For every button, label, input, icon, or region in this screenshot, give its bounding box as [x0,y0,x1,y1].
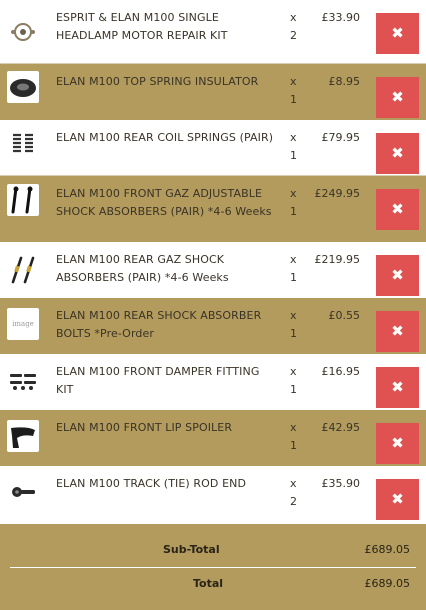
item-price: £219.95 [314,253,361,266]
item-quantity: 1 [290,149,297,162]
cart-item-row: ELAN M100 REAR GAZ SHOCK ABSORBERS (PAIR… [0,242,426,298]
cart-item-row: image ELAN M100 REAR SHOCK ABSORBER BOLT… [0,298,426,354]
item-quantity: 1 [290,439,297,452]
item-multiply: x [290,477,297,490]
totals-divider [10,567,416,568]
rear-shock-absorbers-icon [7,254,39,286]
item-price: £35.90 [321,477,361,490]
cart-item-row: ELAN M100 FRONT GAZ ADJUSTABLE SHOCK ABS… [0,176,426,242]
item-name: ELAN M100 REAR SHOCK ABSORBER BOLTS *Pre… [56,309,262,340]
cart-item-row: ELAN M100 TRACK (TIE) ROD END x 2 £35.90… [0,466,426,524]
remove-item-button[interactable]: ✖ [376,311,419,352]
subtotal-value: £689.05 [364,543,411,556]
item-name: ELAN M100 REAR COIL SPRINGS (PAIR) [56,131,274,144]
cart-item-row: ELAN M100 FRONT LIP SPOILER x 1 £42.95 ✖ [0,410,426,466]
item-price: £0.55 [328,309,361,322]
item-price: £33.90 [321,11,361,24]
headlamp-motor-kit-icon [7,16,39,48]
item-quantity: 1 [290,271,297,284]
item-quantity: 1 [290,383,297,396]
item-multiply: x [290,131,297,144]
item-price: £16.95 [321,365,361,378]
remove-item-button[interactable]: ✖ [376,77,419,118]
item-multiply: x [290,187,297,200]
item-name: ELAN M100 REAR GAZ SHOCK ABSORBERS (PAIR… [56,253,229,284]
shock-absorbers-icon [7,184,39,216]
item-price: £42.95 [321,421,361,434]
item-name: ESPRIT & ELAN M100 SINGLE HEADLAMP MOTOR… [56,11,228,42]
item-name: ELAN M100 FRONT GAZ ADJUSTABLE SHOCK ABS… [56,187,272,218]
item-price: £8.95 [328,75,361,88]
remove-item-button[interactable]: ✖ [376,423,419,464]
coil-springs-icon [7,127,39,159]
item-multiply: x [290,421,297,434]
remove-item-button[interactable]: ✖ [376,13,419,54]
remove-item-button[interactable]: ✖ [376,189,419,230]
item-name: ELAN M100 TOP SPRING INSULATOR [56,75,259,88]
item-name: ELAN M100 FRONT LIP SPOILER [56,421,233,434]
item-multiply: x [290,309,297,322]
lip-spoiler-icon [7,420,39,452]
cart-totals: Sub-Total £689.05 Total £689.05 [0,524,426,610]
item-multiply: x [290,11,297,24]
item-quantity: 2 [290,29,297,42]
item-name: ELAN M100 TRACK (TIE) ROD END [56,477,247,490]
item-price: £249.95 [314,187,361,200]
image-placeholder-icon: image [7,308,39,340]
item-name: ELAN M100 FRONT DAMPER FITTING KIT [56,365,260,396]
item-multiply: x [290,253,297,266]
cart-item-row: ESPRIT & ELAN M100 SINGLE HEADLAMP MOTOR… [0,0,426,64]
damper-fitting-kit-icon [7,364,39,396]
remove-item-button[interactable]: ✖ [376,255,419,296]
tie-rod-end-icon [7,476,39,508]
total-label: Total [193,577,224,590]
item-multiply: x [290,75,297,88]
spring-insulator-icon [7,71,39,103]
cart-item-row: ELAN M100 REAR COIL SPRINGS (PAIR) x 1 £… [0,120,426,176]
item-price: £79.95 [321,131,361,144]
image-placeholder-text: image [12,320,34,328]
cart-item-row: ELAN M100 TOP SPRING INSULATOR x 1 £8.95… [0,64,426,120]
item-quantity: 1 [290,93,297,106]
remove-item-button[interactable]: ✖ [376,479,419,520]
item-quantity: 1 [290,327,297,340]
remove-item-button[interactable]: ✖ [376,367,419,408]
total-value: £689.05 [364,577,411,590]
item-quantity: 2 [290,495,297,508]
item-quantity: 1 [290,205,297,218]
subtotal-label: Sub-Total [163,543,220,556]
remove-item-button[interactable]: ✖ [376,133,419,174]
item-multiply: x [290,365,297,378]
cart-item-row: ELAN M100 FRONT DAMPER FITTING KIT x 1 £… [0,354,426,410]
